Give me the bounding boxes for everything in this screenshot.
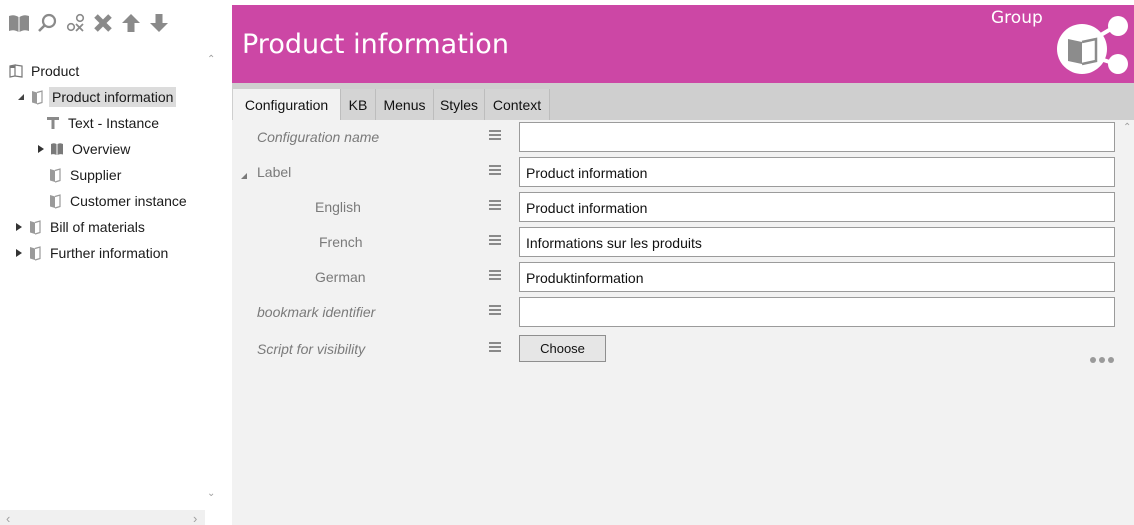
tree-item-label: Bill of materials — [50, 219, 145, 235]
tab-bar: Configuration KB Menus Styles Context — [232, 83, 1134, 120]
book-icon — [29, 89, 45, 105]
tab-menus[interactable]: Menus — [376, 89, 434, 120]
tree-item-product[interactable]: Product — [0, 58, 205, 84]
label-field[interactable]: Product information — [519, 157, 1115, 187]
tree-item-label: Product information — [49, 87, 177, 107]
choose-button[interactable]: Choose — [519, 335, 606, 362]
left-panel: Product Product information Text - Insta… — [0, 0, 218, 525]
field-label: Configuration name — [257, 129, 380, 145]
collapsed-arrow-icon[interactable] — [14, 248, 24, 258]
filter-x-icon[interactable] — [62, 10, 88, 36]
delete-icon[interactable] — [90, 10, 116, 36]
search-icon[interactable] — [34, 10, 60, 36]
tree-item-further-information[interactable]: Further information — [0, 240, 205, 266]
tab-styles[interactable]: Styles — [434, 89, 485, 120]
configuration-name-field[interactable] — [519, 122, 1115, 152]
tree-item-label: Customer instance — [70, 193, 187, 209]
tree-item-label: Text - Instance — [68, 115, 160, 131]
page-title: Product information — [242, 29, 509, 60]
hamburger-menu-icon[interactable] — [488, 163, 502, 177]
tab-context[interactable]: Context — [485, 89, 550, 120]
hamburger-menu-icon[interactable] — [488, 233, 502, 247]
tree-item-overview[interactable]: Overview — [0, 136, 205, 162]
move-up-icon[interactable] — [118, 10, 144, 36]
english-field[interactable]: Product information — [519, 192, 1115, 222]
scroll-right-icon[interactable]: › — [193, 511, 197, 525]
expanded-arrow-icon[interactable] — [240, 167, 248, 183]
group-share-icon[interactable] — [1054, 9, 1130, 81]
tree-toolbar — [6, 8, 172, 38]
form-row-english: English Product information — [232, 190, 1134, 224]
tree-item-label: Further information — [50, 245, 169, 261]
book-icon — [47, 167, 63, 183]
open-book-icon[interactable] — [6, 10, 32, 36]
tree-item-bill-of-materials[interactable]: Bill of materials — [0, 214, 205, 240]
field-label: French — [319, 234, 363, 250]
move-down-icon[interactable] — [146, 10, 172, 36]
field-label: bookmark identifier — [257, 304, 376, 320]
expanded-arrow-icon[interactable] — [16, 92, 26, 102]
field-label: Label — [257, 164, 292, 180]
hamburger-menu-icon[interactable] — [488, 303, 502, 317]
tree-item-product-information[interactable]: Product information — [0, 84, 205, 110]
form-row-label: Label Product information — [232, 155, 1134, 189]
tab-kb[interactable]: KB — [341, 89, 376, 120]
collapsed-arrow-icon[interactable] — [14, 222, 24, 232]
bookmark-identifier-field[interactable] — [519, 297, 1115, 327]
tree-item-label: Overview — [72, 141, 131, 157]
form-row-german: German Produktinformation — [232, 260, 1134, 294]
tree-item-text-instance[interactable]: Text - Instance — [0, 110, 205, 136]
scroll-down-icon[interactable]: ⌄ — [207, 488, 215, 499]
form-vertical-scrollbar[interactable]: ⌃ — [1122, 120, 1134, 525]
tree-item-label: Product — [31, 63, 80, 79]
hamburger-menu-icon[interactable] — [488, 128, 502, 142]
tree-view: Product Product information Text - Insta… — [0, 58, 205, 266]
configuration-form: Configuration name Label Product informa… — [232, 120, 1134, 525]
more-options-icon[interactable] — [1089, 351, 1119, 363]
field-label: Script for visibility — [257, 341, 366, 357]
hamburger-menu-icon[interactable] — [488, 198, 502, 212]
dark-book-icon — [49, 141, 65, 157]
tree-horizontal-scrollbar[interactable]: ‹ › — [0, 510, 205, 525]
tree-item-customer-instance[interactable]: Customer instance — [0, 188, 205, 214]
scroll-left-icon[interactable]: ‹ — [6, 511, 10, 525]
book-icon — [27, 219, 43, 235]
tree-item-label: Supplier — [70, 167, 122, 183]
text-icon — [45, 115, 61, 131]
tab-configuration[interactable]: Configuration — [233, 89, 341, 120]
group-label: Group — [991, 8, 1043, 28]
form-row-french: French Informations sur les produits — [232, 225, 1134, 259]
hamburger-menu-icon[interactable] — [488, 340, 502, 354]
french-field[interactable]: Informations sur les produits — [519, 227, 1115, 257]
hamburger-menu-icon[interactable] — [488, 268, 502, 282]
form-row-configuration-name: Configuration name — [232, 120, 1134, 154]
field-label: English — [315, 199, 361, 215]
collapsed-arrow-icon[interactable] — [36, 144, 46, 154]
book-icon — [27, 245, 43, 261]
form-row-bookmark-identifier: bookmark identifier — [232, 295, 1134, 329]
field-label: German — [315, 269, 366, 285]
page-header: Product information Group — [232, 5, 1134, 83]
form-row-script-for-visibility: Script for visibility Choose — [232, 332, 1134, 366]
tree-item-supplier[interactable]: Supplier — [0, 162, 205, 188]
scroll-up-icon[interactable]: ⌃ — [207, 54, 215, 65]
tree-vertical-scrollbar[interactable]: ⌃ ⌄ — [205, 50, 217, 510]
german-field[interactable]: Produktinformation — [519, 262, 1115, 292]
scroll-up-icon[interactable]: ⌃ — [1123, 122, 1131, 133]
closed-book-icon — [8, 63, 24, 79]
book-icon — [47, 193, 63, 209]
